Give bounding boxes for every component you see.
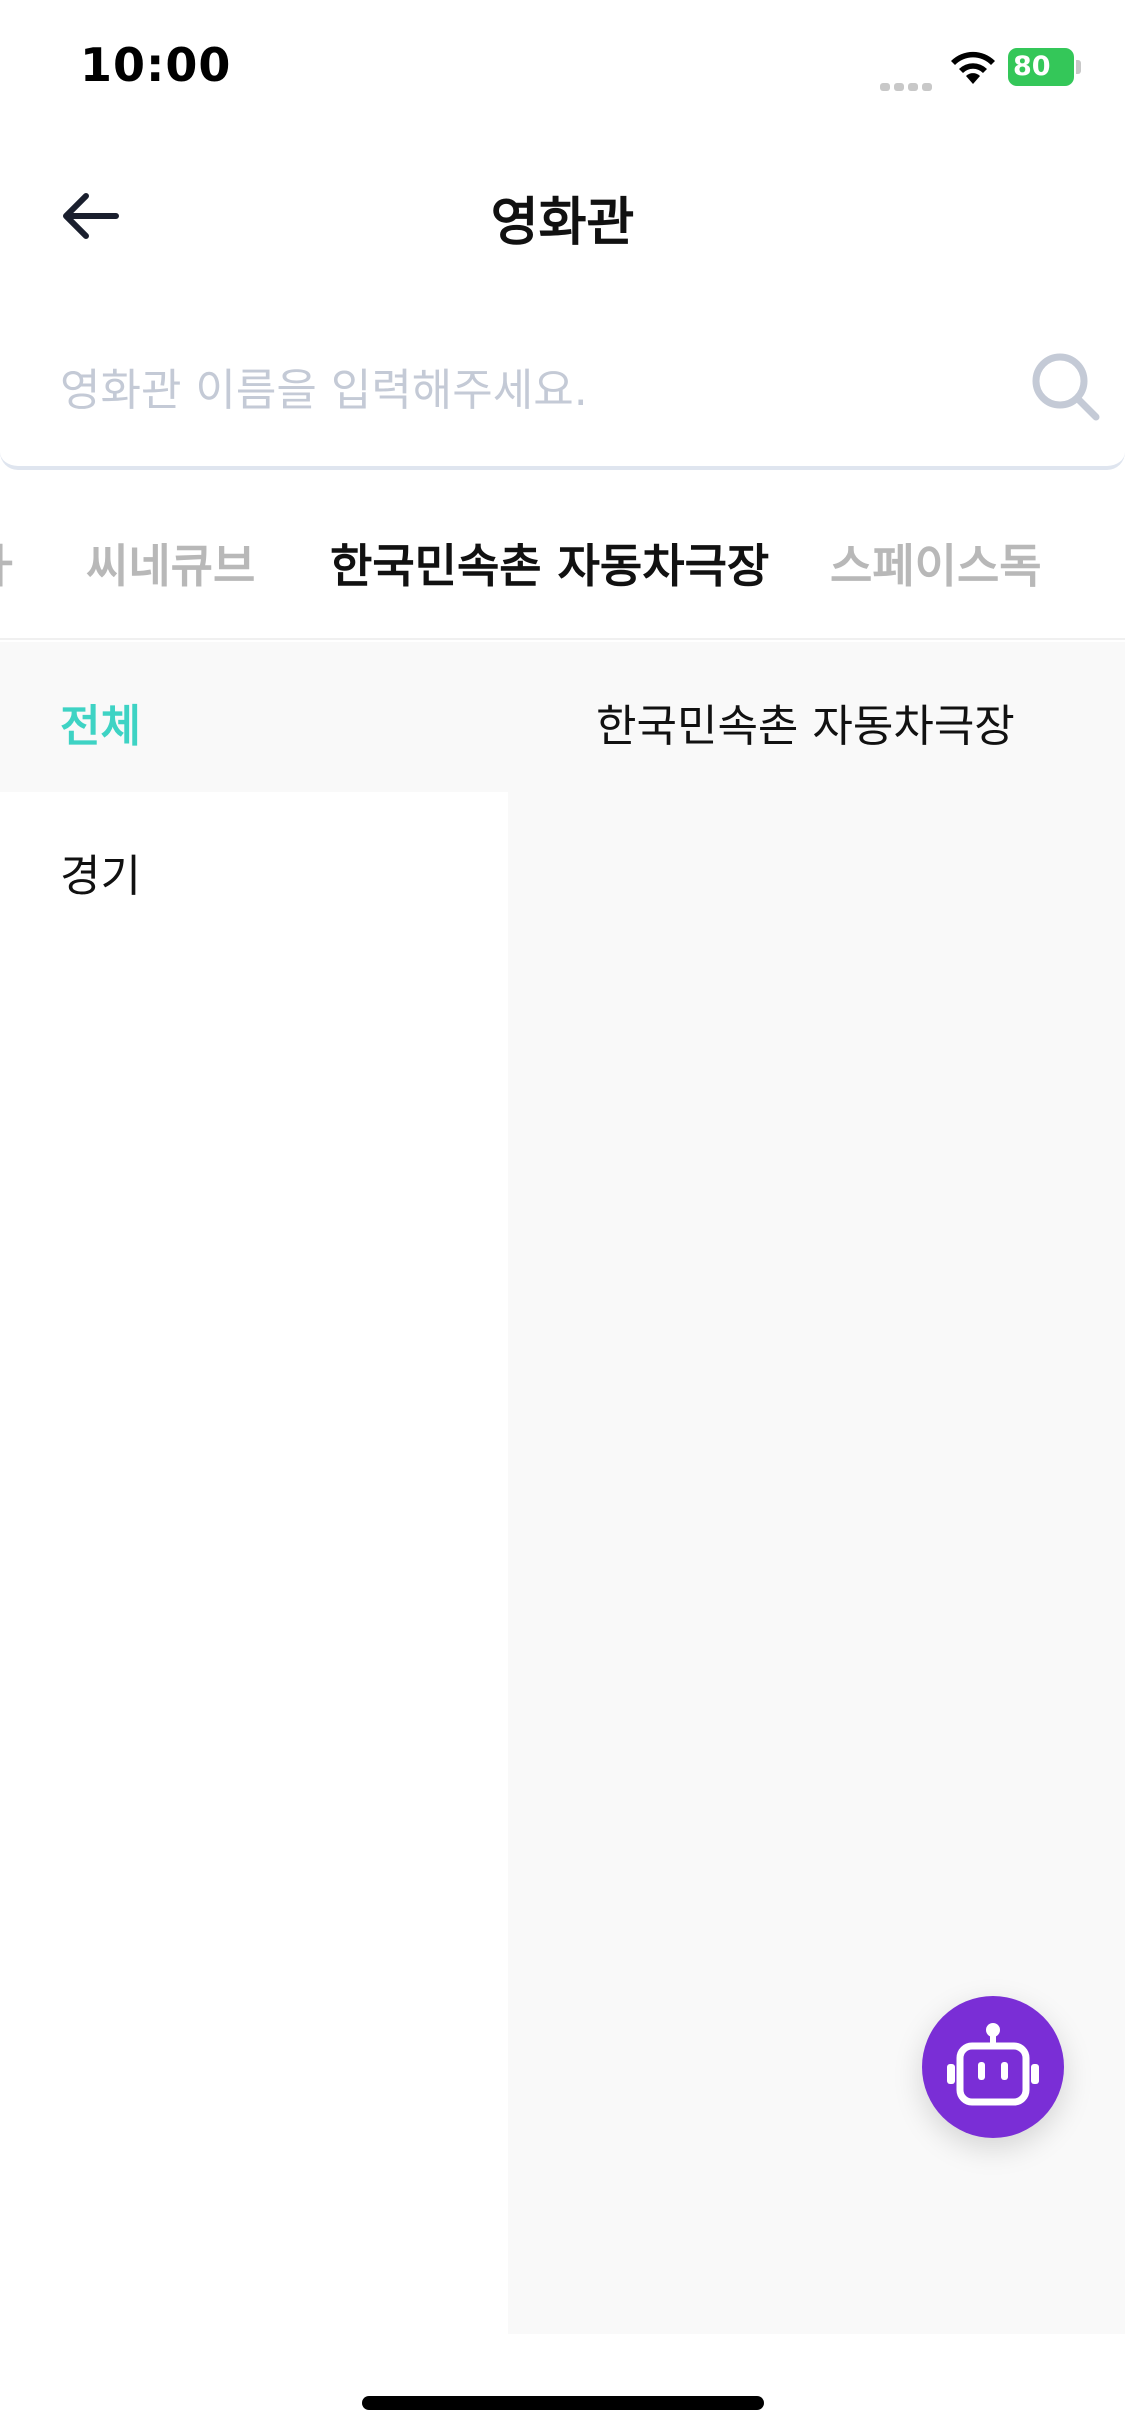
tab-partial-left[interactable]: ㅏ [0,530,22,596]
battery-icon: 80 [1008,48,1081,86]
status-bar: 10:00 80 [0,0,1125,140]
status-time: 10:00 [80,38,232,92]
battery-level: 80 [1013,51,1051,82]
home-indicator[interactable] [362,2396,764,2410]
robot-icon [947,2023,1039,2106]
theater-brand-tabs: ㅏ 씨네큐브 한국민속촌 자동차극장 스페이스독 [0,490,1125,640]
search-bar [0,315,1125,470]
wifi-icon [951,51,995,84]
region-item-gyeonggi[interactable]: 경기 [0,792,508,942]
header: 영화관 [0,160,1125,270]
cellular-signal-icon [880,76,936,91]
page-title: 영화관 [490,193,635,253]
tab-cinecube[interactable]: 씨네큐브 [86,530,255,596]
region-item-all[interactable]: 전체 [0,642,508,792]
search-input[interactable] [58,345,958,435]
tab-korean-folk-village-drive-in[interactable]: 한국민속촌 자동차극장 [330,530,769,596]
theater-item[interactable]: 한국민속촌 자동차극장 [508,642,1125,792]
search-icon[interactable] [1028,349,1104,425]
region-all-label: 전체 [60,701,141,752]
region-item-label: 경기 [60,851,141,902]
region-list: 전체 경기 [0,642,508,2334]
theater-item-label: 한국민속촌 자동차극장 [596,701,1015,752]
tab-spacedog[interactable]: 스페이스독 [830,530,1042,596]
chatbot-button[interactable] [922,1996,1064,2138]
